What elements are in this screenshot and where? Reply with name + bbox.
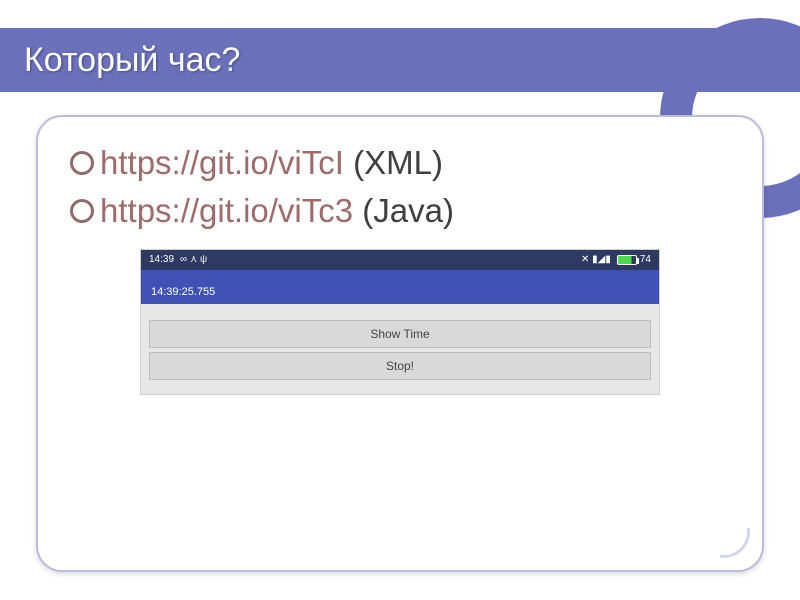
android-screenshot: 14:39 ∞ ⋏ ψ ✕ ▮◢▮ 74 14:39:25.755 Show T… xyxy=(140,249,660,395)
status-time: 14:39 xyxy=(149,254,174,265)
status-icons-right: ✕ ▮◢▮ xyxy=(581,254,611,265)
bullet-list: https://git.io/viTcI (XML) https://git.i… xyxy=(66,139,734,235)
android-body: Show Time Stop! xyxy=(141,304,659,394)
show-time-button[interactable]: Show Time xyxy=(149,320,651,348)
link-tag: (XML) xyxy=(344,144,443,181)
link-java[interactable]: https://git.io/viTc3 xyxy=(100,192,353,229)
status-icons-left: ∞ ⋏ ψ xyxy=(180,254,207,265)
content-card: https://git.io/viTcI (XML) https://git.i… xyxy=(36,115,764,572)
decorative-corner xyxy=(720,528,750,558)
appbar-time-label: 14:39:25.755 xyxy=(151,286,215,298)
link-xml[interactable]: https://git.io/viTcI xyxy=(100,144,344,181)
list-item: https://git.io/viTcI (XML) xyxy=(66,139,734,187)
link-tag: (Java) xyxy=(353,192,454,229)
list-item: https://git.io/viTc3 (Java) xyxy=(66,187,734,235)
battery-level: 74 xyxy=(640,254,651,265)
android-status-bar: 14:39 ∞ ⋏ ψ ✕ ▮◢▮ 74 xyxy=(141,250,659,270)
android-app-bar: 14:39:25.755 xyxy=(141,270,659,304)
slide-title: Который час? xyxy=(24,41,240,80)
stop-button[interactable]: Stop! xyxy=(149,352,651,380)
battery-icon: 74 xyxy=(617,254,651,265)
